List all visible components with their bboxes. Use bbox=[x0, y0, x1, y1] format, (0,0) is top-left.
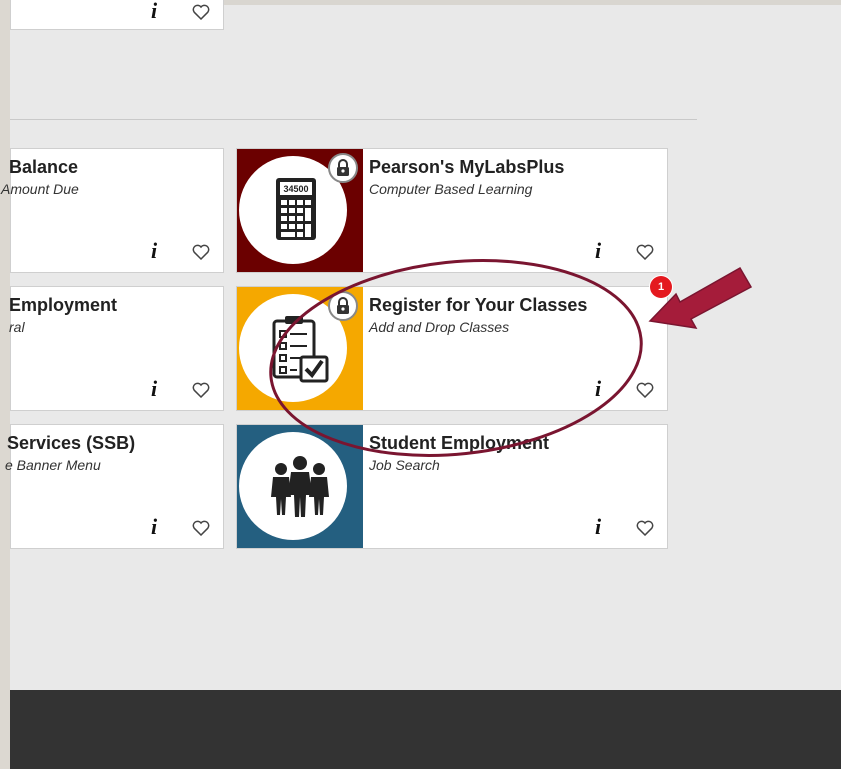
tile-title: Balance bbox=[9, 157, 79, 177]
clipboard-checklist-icon bbox=[272, 316, 329, 383]
heart-outline-icon[interactable] bbox=[192, 244, 210, 260]
lock-badge bbox=[328, 291, 358, 321]
tile-image bbox=[237, 287, 363, 410]
heart-outline-icon[interactable] bbox=[192, 4, 210, 20]
lock-icon bbox=[337, 159, 349, 176]
notification-badge: 1 bbox=[650, 276, 672, 298]
tile-subtitle: Computer Based Learning bbox=[369, 181, 533, 197]
info-icon[interactable]: i bbox=[151, 0, 157, 22]
tile-image: 34500 bbox=[237, 149, 363, 272]
tile-top-partial[interactable]: i bbox=[10, 0, 224, 30]
people-group-icon bbox=[271, 456, 329, 517]
tile-pearson-mylabsplus[interactable]: 34500 Pearson's MyLabsPlus Computer Base… bbox=[236, 148, 668, 273]
tile-title: Services (SSB) bbox=[7, 433, 136, 453]
info-icon[interactable]: i bbox=[595, 378, 601, 400]
calculator-icon: 34500 bbox=[276, 178, 316, 240]
tile-employment[interactable]: Employment ral i bbox=[9, 286, 224, 411]
tile-subtitle: Add and Drop Classes bbox=[369, 319, 510, 335]
tile-services-ssb[interactable]: Services (SSB) e Banner Menu i bbox=[5, 424, 224, 549]
tile-title: Employment bbox=[9, 295, 118, 315]
tile-image bbox=[237, 425, 363, 548]
page-footer bbox=[10, 690, 841, 769]
tile-title: Register for Your Classes bbox=[369, 295, 588, 315]
info-icon[interactable]: i bbox=[151, 378, 157, 400]
tile-subtitle: Job Search bbox=[369, 457, 440, 473]
heart-outline-icon[interactable] bbox=[192, 382, 210, 398]
info-icon[interactable]: i bbox=[151, 240, 157, 262]
info-icon[interactable]: i bbox=[595, 240, 601, 262]
info-icon[interactable]: i bbox=[151, 516, 157, 538]
tile-title: Pearson's MyLabsPlus bbox=[369, 157, 565, 177]
heart-outline-icon[interactable] bbox=[636, 520, 654, 536]
tile-subtitle: ral bbox=[9, 319, 25, 335]
heart-outline-icon[interactable] bbox=[636, 382, 654, 398]
tile-title: Student Employment bbox=[369, 433, 550, 453]
tile-subtitle: e Banner Menu bbox=[5, 457, 101, 473]
left-edge bbox=[0, 0, 10, 769]
tile-subtitle: Amount Due bbox=[1, 181, 79, 197]
lock-badge bbox=[328, 153, 358, 183]
tile-student-employment[interactable]: Student Employment Job Search i bbox=[236, 424, 668, 549]
info-icon[interactable]: i bbox=[595, 516, 601, 538]
section-divider bbox=[10, 119, 697, 120]
tile-balance[interactable]: Balance Amount Due i bbox=[1, 148, 224, 273]
tile-register-for-classes[interactable]: Register for Your Classes Add and Drop C… bbox=[236, 286, 668, 411]
heart-outline-icon[interactable] bbox=[192, 520, 210, 536]
lock-icon bbox=[337, 297, 349, 314]
calculator-display: 34500 bbox=[283, 184, 308, 194]
heart-outline-icon[interactable] bbox=[636, 244, 654, 260]
